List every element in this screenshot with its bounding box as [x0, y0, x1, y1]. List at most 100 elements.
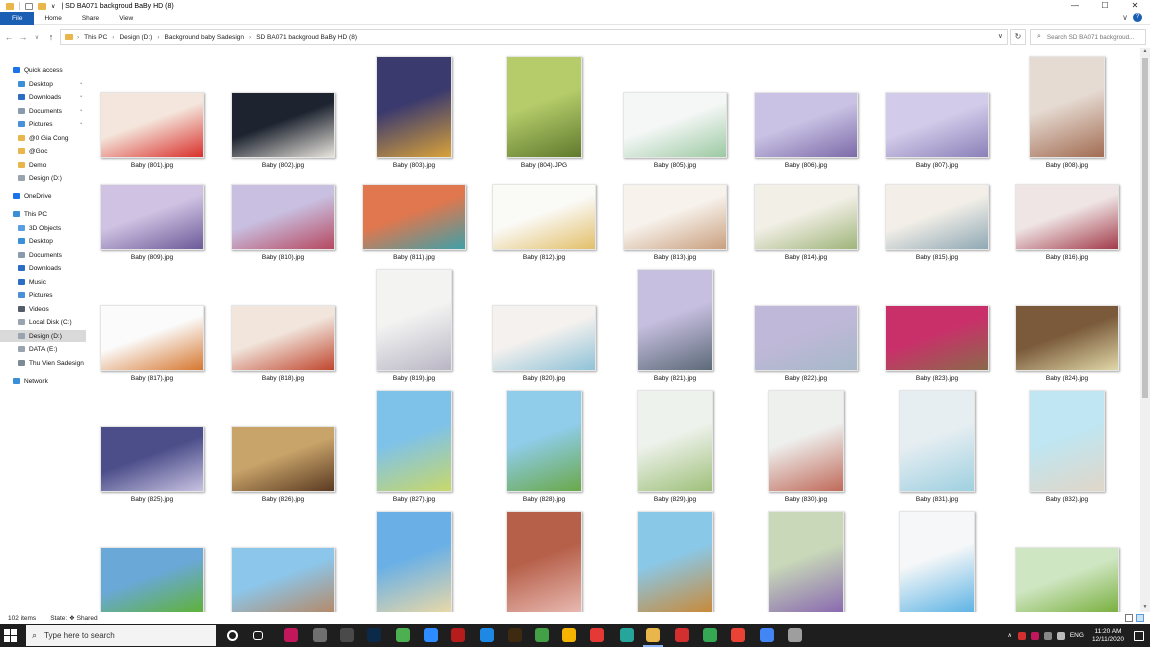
sidebar-item[interactable]: This PC [0, 208, 86, 220]
properties-icon[interactable] [25, 2, 33, 10]
sidebar-item[interactable]: Demo [0, 159, 86, 171]
customize-toolbar-icon[interactable]: ∨ [51, 3, 55, 10]
app-icon[interactable] [535, 628, 549, 642]
show-hidden-icons-icon[interactable]: ∧ [1007, 632, 1011, 639]
help-icon[interactable]: ? [1133, 13, 1142, 22]
app-icon[interactable] [590, 628, 604, 642]
sidebar-item[interactable]: OneDrive [0, 190, 86, 202]
sidebar-item[interactable]: Documents [0, 249, 86, 261]
sidebar-item[interactable]: Pictures • [0, 118, 86, 130]
image-thumbnail[interactable] [100, 426, 204, 492]
chrome-icon[interactable] [703, 628, 717, 642]
sidebar-item[interactable]: Local Disk (C:) [0, 316, 86, 328]
network-icon[interactable] [1043, 631, 1052, 640]
search-input[interactable] [1046, 33, 1139, 41]
volume-icon[interactable] [1056, 631, 1065, 640]
tray-app-icon[interactable] [1030, 631, 1039, 640]
minimize-button[interactable]: — [1060, 0, 1090, 12]
image-thumbnail[interactable] [754, 184, 858, 250]
breadcrumb-this-pc[interactable]: This PC [84, 34, 107, 41]
taskbar-search-box[interactable]: ⌕ Type here to search [26, 625, 216, 646]
image-thumbnail[interactable] [1015, 184, 1119, 250]
scrollbar-thumb[interactable] [1142, 58, 1148, 398]
app-icon[interactable] [788, 628, 802, 642]
tab-view[interactable]: View [109, 12, 143, 25]
image-thumbnail[interactable] [885, 184, 989, 250]
input-language[interactable]: ENG [1070, 632, 1084, 639]
breadcrumb-design-drive[interactable]: Design (D:) [119, 34, 152, 41]
taskbar-search-placeholder[interactable]: Type here to search [44, 631, 115, 640]
sidebar-item[interactable]: Downloads [0, 262, 86, 274]
vertical-scrollbar[interactable]: ▲ ▼ [1140, 48, 1150, 612]
sidebar-item[interactable]: Desktop • [0, 78, 86, 90]
sidebar-item[interactable]: Desktop [0, 235, 86, 247]
image-thumbnail[interactable] [492, 305, 596, 371]
image-thumbnail[interactable] [376, 269, 452, 371]
image-thumbnail[interactable] [492, 184, 596, 250]
app-icon[interactable] [284, 628, 298, 642]
sidebar-item[interactable]: Design (D:) [0, 172, 86, 184]
image-thumbnail[interactable] [100, 184, 204, 250]
file-explorer-icon[interactable] [646, 628, 660, 642]
photoshop-icon[interactable] [367, 628, 381, 642]
up-button[interactable]: ↑ [44, 32, 58, 42]
image-thumbnail[interactable] [885, 305, 989, 371]
image-thumbnail[interactable] [231, 547, 335, 612]
image-thumbnail[interactable] [754, 92, 858, 158]
image-thumbnail[interactable] [637, 511, 713, 612]
image-thumbnail[interactable] [506, 56, 582, 158]
image-thumbnail[interactable] [899, 390, 975, 492]
details-view-icon[interactable] [1125, 614, 1133, 622]
sidebar-item[interactable]: Design (D:) [0, 330, 86, 342]
expand-ribbon-icon[interactable]: ∨ [1122, 13, 1128, 22]
tab-share[interactable]: Share [72, 12, 109, 25]
bridge-icon[interactable] [508, 628, 522, 642]
image-thumbnail[interactable] [231, 92, 335, 158]
image-thumbnail[interactable] [1029, 390, 1105, 492]
sidebar-item[interactable]: @Goc [0, 145, 86, 157]
image-thumbnail[interactable] [1015, 547, 1119, 612]
image-thumbnail[interactable] [1015, 305, 1119, 371]
image-thumbnail[interactable] [623, 92, 727, 158]
maximize-button[interactable]: ☐ [1090, 0, 1120, 12]
sidebar-item[interactable]: DATA (E:) [0, 343, 86, 355]
image-thumbnail[interactable] [231, 305, 335, 371]
large-icons-view-icon[interactable] [1136, 614, 1144, 622]
image-thumbnail[interactable] [376, 511, 452, 612]
image-thumbnail[interactable] [100, 305, 204, 371]
address-bar[interactable]: › This PC › Design (D:) › Background bab… [60, 29, 1008, 45]
app-icon[interactable] [313, 628, 327, 642]
app-icon[interactable] [675, 628, 689, 642]
new-folder-icon[interactable] [38, 2, 46, 10]
image-thumbnail[interactable] [754, 305, 858, 371]
breadcrumb-current-folder[interactable]: SD BA071 backgroud BaBy HD (8) [256, 34, 357, 41]
tab-file[interactable]: File [0, 11, 35, 25]
image-thumbnail[interactable] [362, 184, 466, 250]
sidebar-item[interactable]: Videos [0, 303, 86, 315]
image-thumbnail[interactable] [231, 426, 335, 492]
image-thumbnail[interactable] [100, 92, 204, 158]
image-thumbnail[interactable] [1029, 56, 1105, 158]
chrome-icon[interactable] [760, 628, 774, 642]
image-thumbnail[interactable] [637, 390, 713, 492]
sidebar-item[interactable]: @0 Gia Cong [0, 132, 86, 144]
image-thumbnail[interactable] [768, 390, 844, 492]
sidebar-item[interactable]: Documents • [0, 105, 86, 117]
recent-locations-button[interactable]: ∨ [30, 34, 44, 41]
sidebar-item[interactable]: Network [0, 375, 86, 387]
task-view-icon[interactable] [253, 631, 263, 640]
app-icon[interactable] [396, 628, 410, 642]
app-icon[interactable] [480, 628, 494, 642]
image-thumbnail[interactable] [768, 511, 844, 612]
chrome-icon[interactable] [562, 628, 576, 642]
image-thumbnail[interactable] [637, 269, 713, 371]
chevron-down-icon[interactable]: ∨ [998, 32, 1003, 40]
chrome-icon[interactable] [731, 628, 745, 642]
refresh-button[interactable]: ↻ [1010, 29, 1026, 45]
sidebar-item[interactable]: 3D Objects [0, 222, 86, 234]
search-box[interactable]: ⌕ [1030, 29, 1146, 45]
sidebar-item[interactable]: Pictures [0, 289, 86, 301]
scroll-down-icon[interactable]: ▼ [1140, 604, 1150, 612]
image-thumbnail[interactable] [506, 390, 582, 492]
image-thumbnail[interactable] [899, 511, 975, 612]
